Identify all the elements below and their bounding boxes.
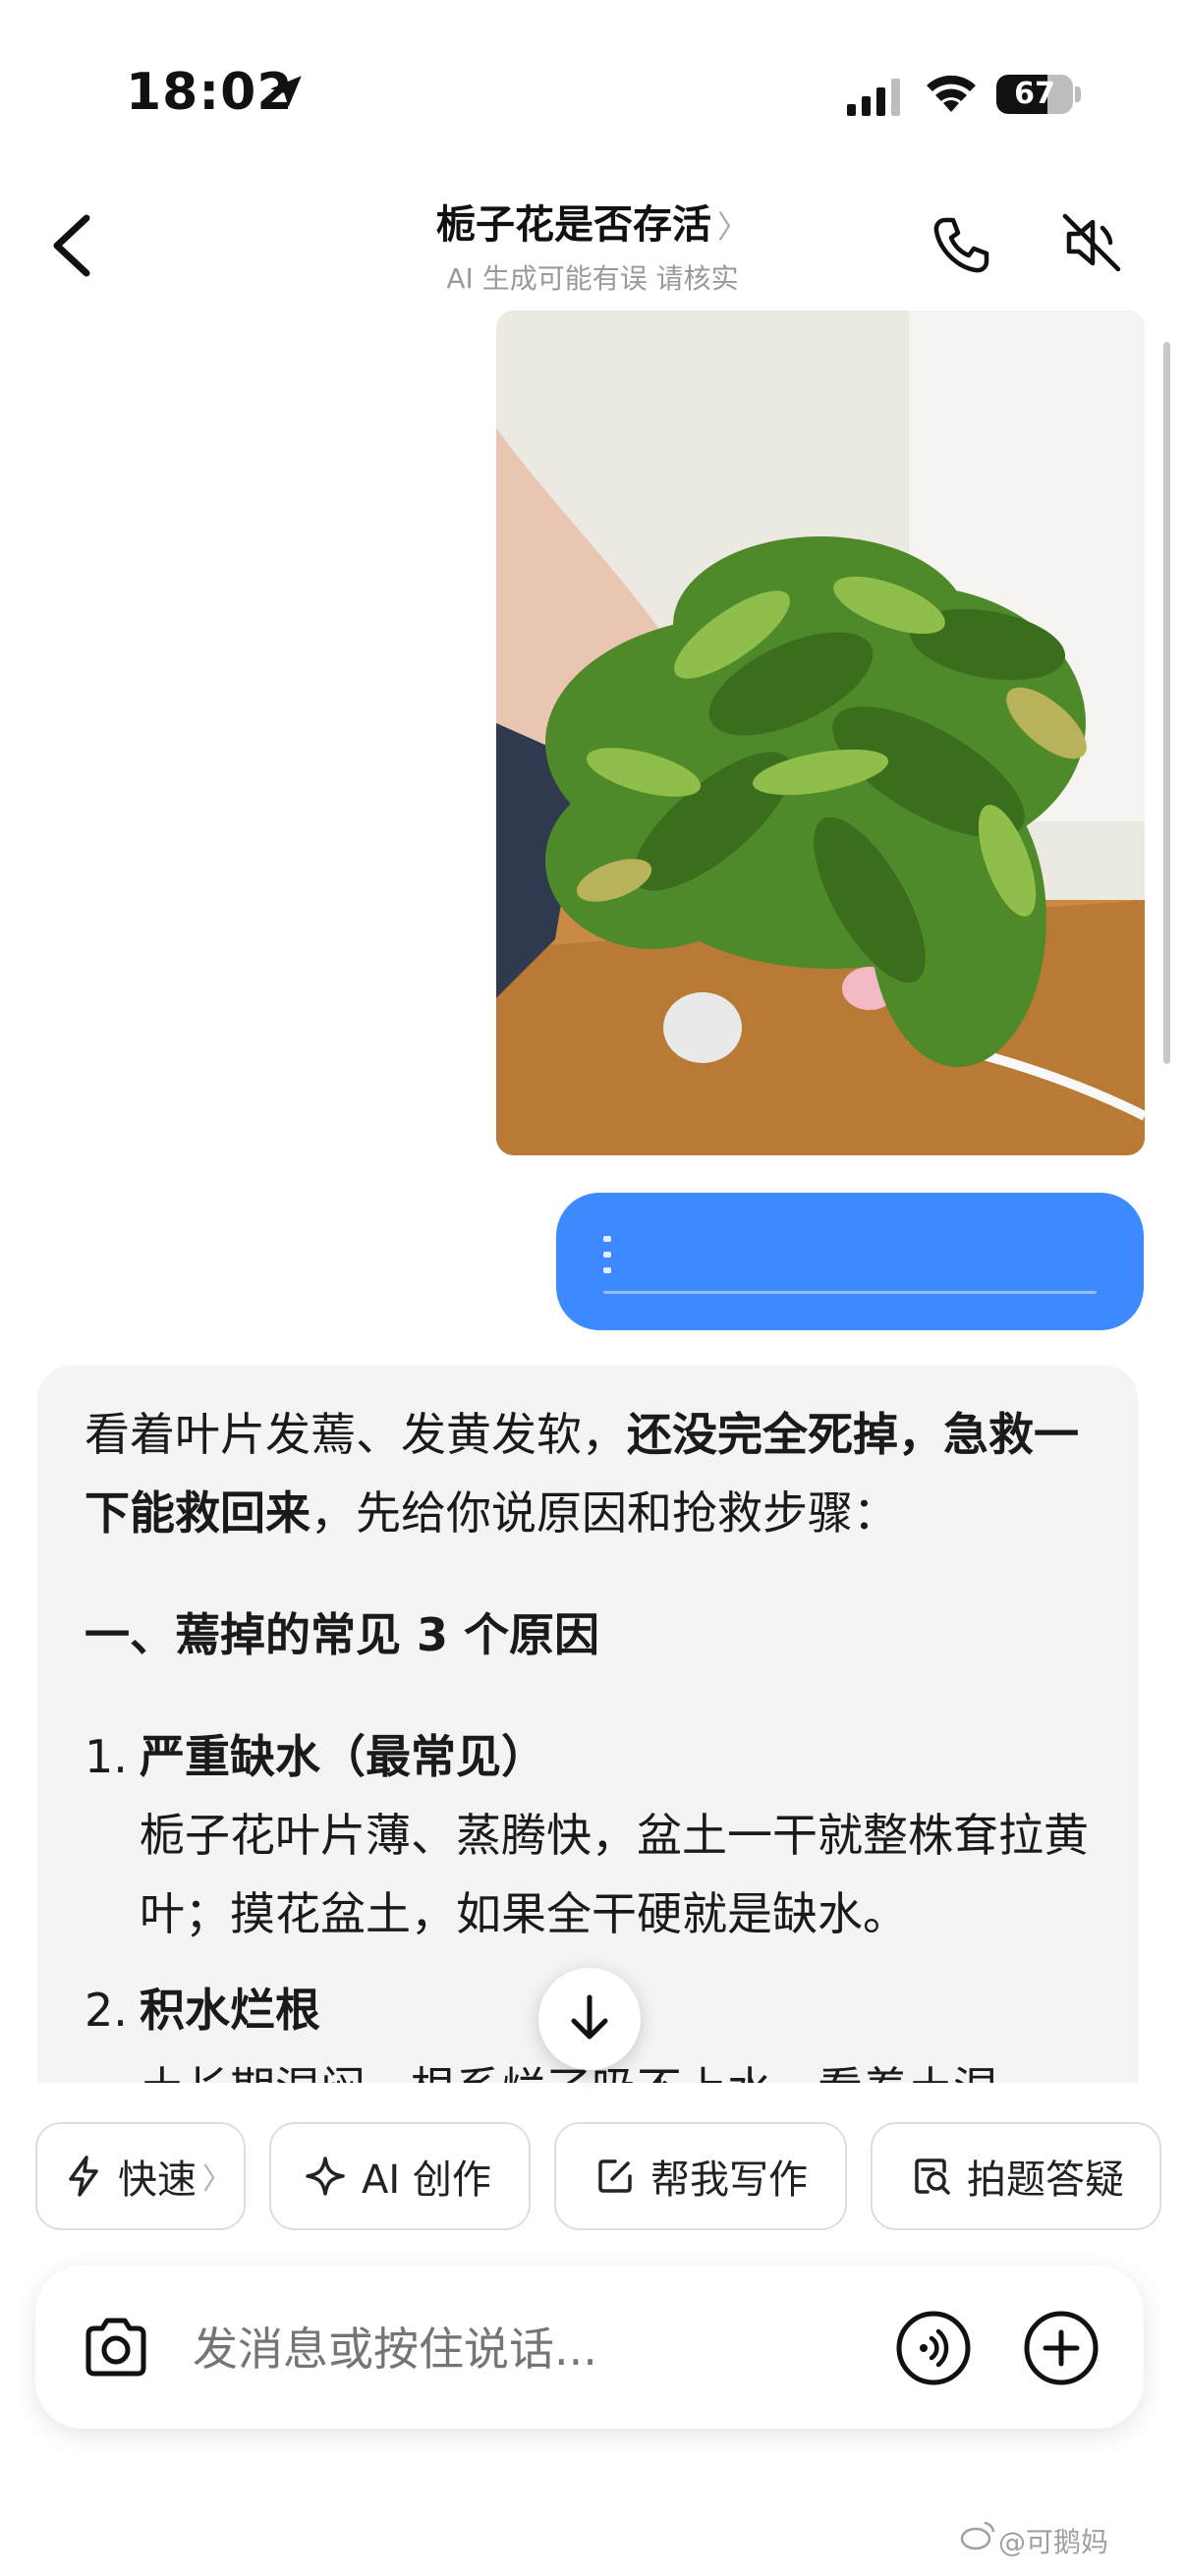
list-item-body: 栀子花叶片薄、蒸腾快，盆土一干就整株耷拉黄叶；摸花盆土，如果全干硬就是缺水。 <box>140 1809 1089 1940</box>
obscured-text-line <box>603 1291 1097 1294</box>
phone-call-icon[interactable] <box>930 214 992 277</box>
page-title: 栀子花是否存活 <box>435 202 711 248</box>
chip-label: 拍题答疑 <box>967 2157 1124 2203</box>
scroll-down-button[interactable] <box>538 1968 641 2070</box>
chat-title-area[interactable]: 栀子花是否存活〉 AI 生成可能有误 请核实 <box>295 193 890 297</box>
gardenia-plant-image <box>496 310 1145 1155</box>
list-number: 2. <box>85 1984 128 2037</box>
cellular-signal-icon <box>847 79 900 116</box>
message-input[interactable] <box>193 2315 782 2383</box>
title-chevron-icon: 〉 <box>716 208 749 246</box>
chip-label: 帮我写作 <box>650 2157 808 2203</box>
chip-quick[interactable]: 快速〉 <box>35 2122 246 2230</box>
plant-photo[interactable] <box>496 310 1145 1155</box>
lightning-icon <box>69 2156 98 2197</box>
chat-scrollbar[interactable] <box>1163 342 1170 1064</box>
chip-photo-question[interactable]: 拍题答疑 <box>871 2122 1161 2230</box>
chip-help-write[interactable]: 帮我写作 <box>554 2122 847 2230</box>
user-message-bubble[interactable] <box>556 1193 1144 1330</box>
list-number: 1. <box>85 1730 128 1783</box>
plus-icon[interactable] <box>1022 2309 1100 2387</box>
ai-disclaimer: AI 生成可能有误 请核实 <box>446 262 739 295</box>
location-arrow-icon <box>270 76 302 107</box>
battery-percent: 67 <box>1014 77 1055 111</box>
speaker-mute-icon[interactable] <box>1057 208 1126 277</box>
obscured-text <box>603 1236 615 1283</box>
list-item: 1. 严重缺水（最常见） 栀子花叶片薄、蒸腾快，盆土一干就整株耷拉黄叶；摸花盆土… <box>85 1717 1106 1953</box>
battery-indicator: 67 <box>996 75 1073 114</box>
back-chevron-icon[interactable] <box>43 206 102 285</box>
sparkle-icon <box>306 2156 345 2196</box>
ai-intro: 看着叶片发蔫、发黄发软，还没完全死掉，急救一下能救回来，先给你说原因和抢救步骤： <box>85 1395 1106 1552</box>
camera-icon[interactable] <box>79 2311 153 2385</box>
chip-label: AI 创作 <box>362 2157 491 2203</box>
voice-input-icon[interactable] <box>894 2309 973 2387</box>
edit-icon <box>598 2159 632 2193</box>
weibo-logo-icon <box>960 2521 995 2550</box>
list-item-title: 严重缺水（最常见） <box>140 1730 546 1783</box>
chip-ai-create[interactable]: AI 创作 <box>269 2122 531 2230</box>
watermark: @可鹅妈 <box>998 2526 1109 2558</box>
intro-text: 看着叶片发蔫、发黄发软， <box>85 1408 627 1461</box>
wifi-icon <box>927 75 976 112</box>
chip-chevron-icon: 〉 <box>202 2162 232 2197</box>
battery-tip <box>1075 86 1081 102</box>
status-bar: 18:02 67 <box>0 0 1185 187</box>
search-doc-icon <box>915 2158 950 2195</box>
section-heading: 一、蔫掉的常见 3 个原因 <box>85 1608 600 1661</box>
chip-label: 快速 <box>118 2157 197 2203</box>
arrow-down-icon <box>571 1994 608 2040</box>
intro-text-end: ，先给你说原因和抢救步骤： <box>310 1486 898 1540</box>
